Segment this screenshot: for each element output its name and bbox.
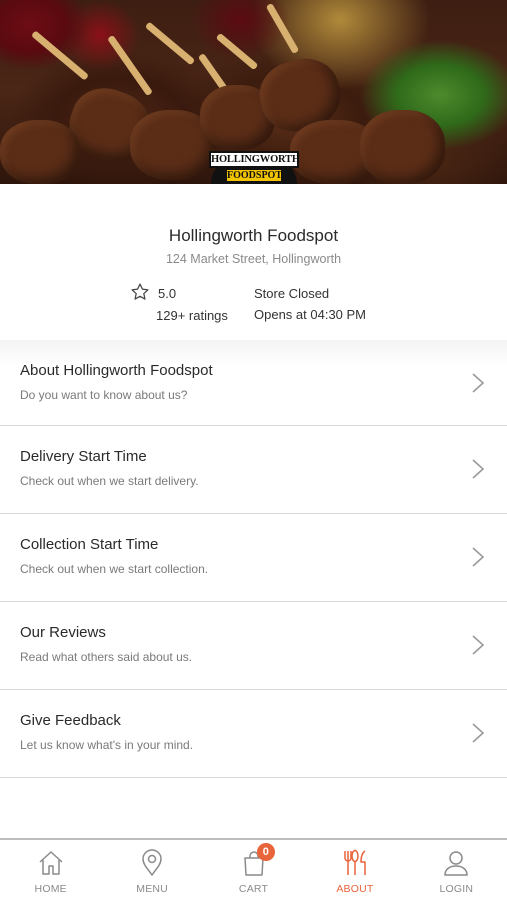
logo-text-top: HOLLINGWORTH xyxy=(209,151,300,168)
tab-label: LOGIN xyxy=(439,883,474,895)
cart-count-badge: 0 xyxy=(256,843,275,861)
tab-label: HOME xyxy=(34,883,67,895)
tab-home[interactable]: HOME xyxy=(0,840,101,900)
chevron-right-icon xyxy=(472,459,485,479)
open-time: Opens at 04:30 PM xyxy=(254,307,367,322)
list-item-collection-start-time[interactable]: Collection Start Time Check out when we … xyxy=(0,514,507,602)
logo-text-bottom: FOODSPOT xyxy=(225,168,283,183)
store-status: Store Closed xyxy=(254,286,330,301)
list-item-delivery-start-time[interactable]: Delivery Start Time Check out when we st… xyxy=(0,426,507,514)
item-description: Read what others said about us. xyxy=(20,650,193,664)
about-list: About Hollingworth Foodspot Do you want … xyxy=(0,340,507,778)
chevron-right-icon xyxy=(472,547,485,567)
tab-menu[interactable]: MENU xyxy=(101,840,202,900)
tab-cart[interactable]: 0 CART xyxy=(203,840,304,900)
list-item-our-reviews[interactable]: Our Reviews Read what others said about … xyxy=(0,602,507,690)
item-description: Do you want to know about us? xyxy=(20,388,188,402)
bottom-tab-bar: HOME MENU 0 CART ABOUT LOGIN xyxy=(0,838,507,900)
list-item-give-feedback[interactable]: Give Feedback Let us know what's in your… xyxy=(0,690,507,778)
item-title: About Hollingworth Foodspot xyxy=(20,362,213,379)
item-title: Collection Start Time xyxy=(20,536,159,553)
home-icon xyxy=(39,851,63,875)
item-title: Give Feedback xyxy=(20,712,121,729)
cutlery-icon xyxy=(344,849,366,875)
tab-about[interactable]: ABOUT xyxy=(304,840,405,900)
store-name: Hollingworth Foodspot xyxy=(168,226,339,245)
tab-label: ABOUT xyxy=(336,883,374,895)
item-description: Check out when we start collection. xyxy=(20,562,209,576)
tab-label: MENU xyxy=(136,883,168,895)
chevron-right-icon xyxy=(472,635,485,655)
list-item-about[interactable]: About Hollingworth Foodspot Do you want … xyxy=(0,340,507,426)
tab-login[interactable]: LOGIN xyxy=(406,840,507,900)
chevron-right-icon xyxy=(472,373,485,393)
store-address: 124 Market Street, Hollingworth xyxy=(165,252,342,266)
item-title: Delivery Start Time xyxy=(20,448,147,465)
user-icon xyxy=(444,851,469,876)
rating-value: 5.0 xyxy=(158,286,177,301)
tab-label: CART xyxy=(238,883,269,895)
item-title: Our Reviews xyxy=(20,624,106,641)
item-description: Check out when we start delivery. xyxy=(20,474,199,488)
rating-count: 129+ ratings xyxy=(156,308,228,323)
item-description: Let us know what's in your mind. xyxy=(20,738,194,752)
location-pin-icon xyxy=(142,849,162,877)
chevron-right-icon xyxy=(472,723,485,743)
store-info: Hollingworth Foodspot 124 Market Street,… xyxy=(0,184,507,340)
star-icon xyxy=(131,283,149,300)
